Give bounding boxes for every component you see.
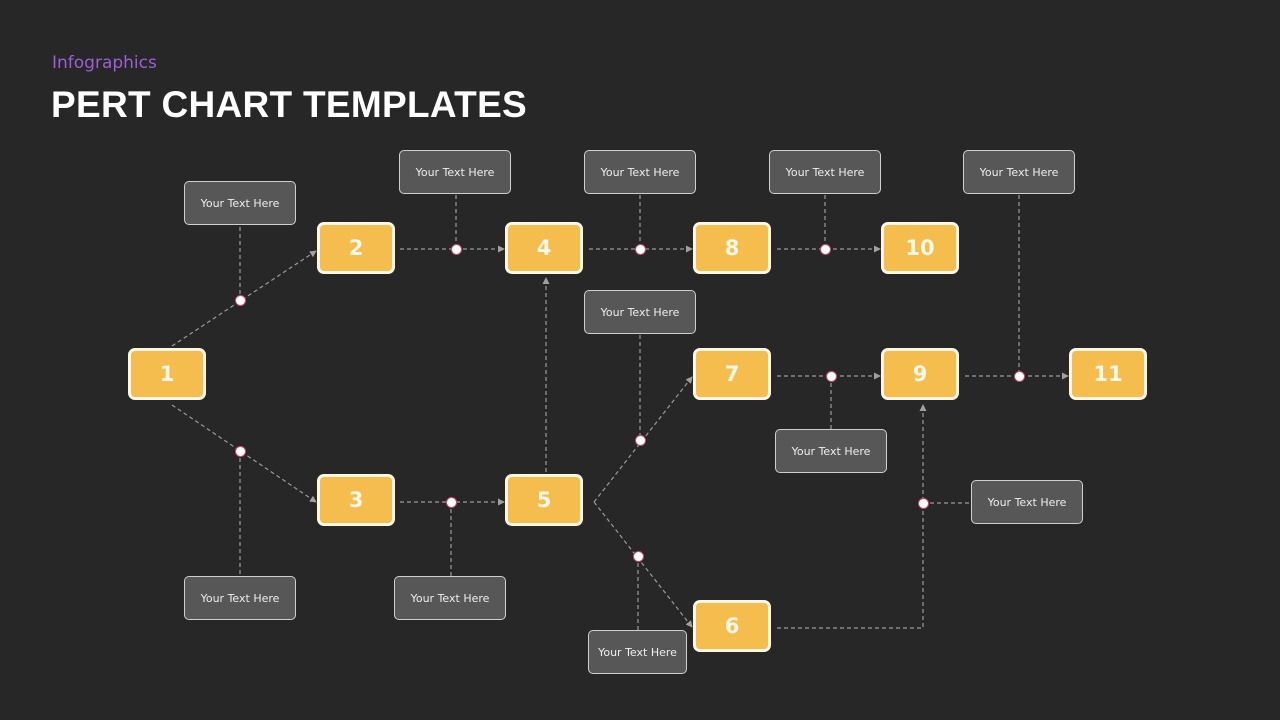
node-11[interactable]: 11 bbox=[1069, 348, 1147, 400]
junction-dot bbox=[445, 496, 457, 508]
note-label-3-5[interactable]: Your Text Here bbox=[394, 576, 506, 620]
note-label-7-9[interactable]: Your Text Here bbox=[775, 429, 887, 473]
edge-5-6 bbox=[593, 501, 693, 628]
junction-dot bbox=[634, 243, 646, 255]
note-label-2-4[interactable]: Your Text Here bbox=[399, 150, 511, 194]
note-label-9-11[interactable]: Your Text Here bbox=[963, 150, 1075, 194]
node-8[interactable]: 8 bbox=[693, 222, 771, 274]
node-2[interactable]: 2 bbox=[317, 222, 395, 274]
note-label-5-6[interactable]: Your Text Here bbox=[588, 630, 687, 674]
junction-dot bbox=[917, 497, 929, 509]
note-label-1-2[interactable]: Your Text Here bbox=[184, 181, 296, 225]
note-label-5-7[interactable]: Your Text Here bbox=[584, 290, 696, 334]
junction-dot bbox=[234, 294, 246, 306]
junction-dot bbox=[234, 445, 246, 457]
node-3[interactable]: 3 bbox=[317, 474, 395, 526]
note-label-6-9[interactable]: Your Text Here bbox=[971, 480, 1083, 524]
node-7[interactable]: 7 bbox=[693, 348, 771, 400]
junction-dot bbox=[634, 434, 646, 446]
node-4[interactable]: 4 bbox=[505, 222, 583, 274]
node-5[interactable]: 5 bbox=[505, 474, 583, 526]
node-1[interactable]: 1 bbox=[128, 348, 206, 400]
junction-dot bbox=[819, 243, 831, 255]
junction-dot bbox=[450, 243, 462, 255]
node-6[interactable]: 6 bbox=[693, 600, 771, 652]
node-9[interactable]: 9 bbox=[881, 348, 959, 400]
note-label-1-3[interactable]: Your Text Here bbox=[184, 576, 296, 620]
junction-dot bbox=[1013, 370, 1025, 382]
junction-dot bbox=[825, 370, 837, 382]
note-label-8-10[interactable]: Your Text Here bbox=[769, 150, 881, 194]
note-label-4-8[interactable]: Your Text Here bbox=[584, 150, 696, 194]
node-10[interactable]: 10 bbox=[881, 222, 959, 274]
junction-dot bbox=[632, 550, 644, 562]
